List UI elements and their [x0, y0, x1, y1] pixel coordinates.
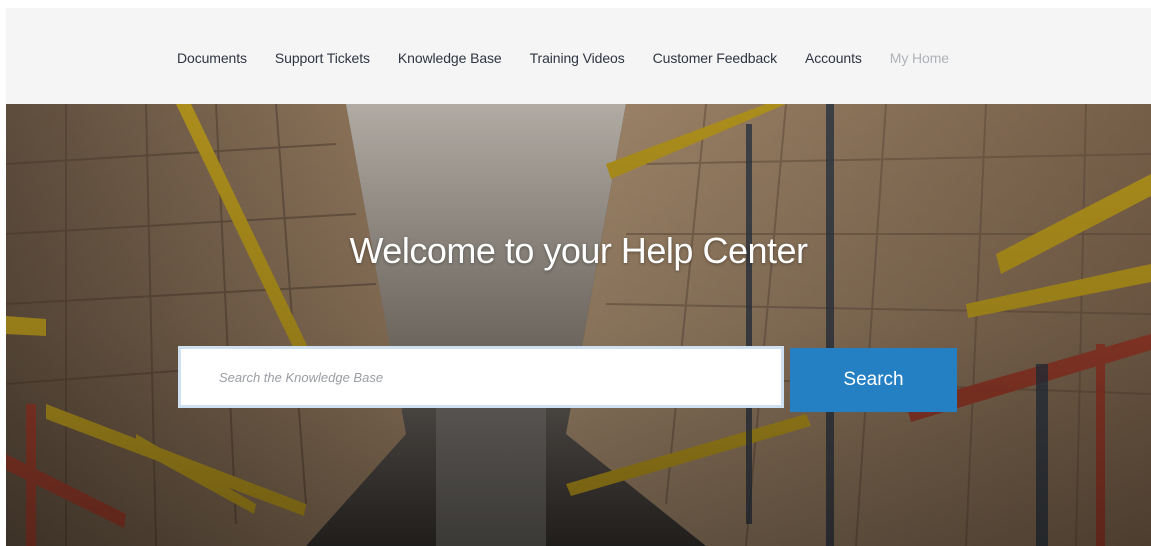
nav-item-accounts[interactable]: Accounts: [805, 50, 862, 66]
top-navigation-bar: Documents Support Tickets Knowledge Base…: [6, 8, 1151, 104]
nav-item-documents[interactable]: Documents: [177, 50, 247, 66]
nav-item-my-home[interactable]: My Home: [890, 50, 949, 66]
hero-title: Welcome to your Help Center: [349, 230, 808, 271]
search-button[interactable]: Search: [790, 348, 957, 412]
nav-menu: Documents Support Tickets Knowledge Base…: [177, 50, 949, 66]
hero-banner: Welcome to your Help Center Search: [6, 104, 1151, 546]
nav-item-training-videos[interactable]: Training Videos: [530, 50, 625, 66]
warehouse-background-image: [6, 104, 1151, 546]
help-center-page: Documents Support Tickets Knowledge Base…: [6, 8, 1151, 546]
nav-item-support-tickets[interactable]: Support Tickets: [275, 50, 370, 66]
nav-item-customer-feedback[interactable]: Customer Feedback: [653, 50, 777, 66]
nav-item-knowledge-base[interactable]: Knowledge Base: [398, 50, 502, 66]
search-input[interactable]: [178, 346, 784, 408]
